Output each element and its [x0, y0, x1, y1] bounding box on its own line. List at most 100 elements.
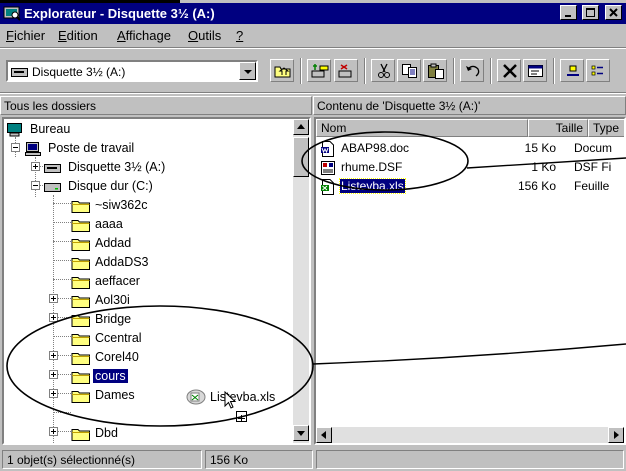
scroll-right-button[interactable] — [608, 427, 624, 443]
cut-button[interactable] — [371, 59, 395, 82]
tree-item-label: Disque dur (C:) — [68, 179, 153, 193]
window-title: Explorateur - Disquette 3½ (A:) — [24, 6, 215, 21]
menu-edition[interactable]: Edition — [58, 28, 98, 43]
delete-icon — [503, 64, 517, 78]
address-dropdown-button[interactable] — [239, 62, 256, 80]
tree-expand-button[interactable] — [49, 427, 58, 436]
toolbar: Disquette 3½ (A:) — [0, 50, 626, 90]
tree-item-label: Addad — [95, 236, 132, 250]
menu-fichier[interactable]: Fichier — [6, 28, 45, 43]
column-header-size[interactable]: Taille — [528, 119, 588, 137]
window-controls — [558, 5, 622, 20]
column-header-name[interactable]: Nom — [316, 119, 528, 137]
menu-outils[interactable]: Outils — [188, 28, 221, 43]
title-bar[interactable]: Explorateur - Disquette 3½ (A:) — [0, 3, 626, 24]
tree-collapse-button[interactable] — [11, 143, 20, 152]
close-button[interactable] — [605, 5, 622, 20]
tree-item-label: Bridge — [95, 312, 132, 326]
file-name: ABAP98.doc — [341, 141, 410, 155]
small-icons-icon — [591, 65, 603, 76]
menu-mnemonic: E — [58, 28, 67, 43]
menu-separator — [0, 47, 626, 49]
undo-button[interactable] — [460, 59, 484, 82]
tree-line — [53, 222, 71, 223]
delete-button[interactable] — [497, 59, 521, 82]
arrow-up-icon — [297, 124, 305, 129]
tree-expand-button[interactable] — [49, 370, 58, 379]
tree-item-label: aeffacer — [95, 274, 140, 288]
desktop-icon — [6, 122, 24, 141]
folder-icon — [71, 236, 91, 255]
maximize-icon — [586, 8, 596, 17]
tree-item-label: Aol30i — [95, 293, 130, 307]
floppy-drive-icon — [11, 66, 29, 81]
file-type: Feuille — [574, 179, 610, 193]
file-size: 156 Ko — [517, 179, 556, 193]
properties-icon — [528, 65, 543, 77]
map-drive-button[interactable] — [307, 59, 331, 82]
tree-expand-button[interactable] — [49, 294, 58, 303]
excel-file-icon — [320, 179, 336, 198]
scroll-up-button[interactable] — [293, 119, 309, 135]
tree-expand-button[interactable] — [49, 313, 58, 322]
file-size: 1 Ko — [531, 160, 556, 174]
minimize-button[interactable] — [559, 5, 577, 20]
disconnect-drive-icon — [338, 64, 352, 78]
scroll-down-button[interactable] — [293, 425, 309, 441]
folder-icon — [71, 350, 91, 369]
scroll-left-button[interactable] — [316, 427, 332, 443]
floppy-drive-icon — [44, 160, 62, 179]
tree-collapse-button[interactable] — [31, 181, 40, 190]
status-size: 156 Ko — [205, 450, 313, 469]
up-folder-icon — [274, 66, 291, 78]
address-combo[interactable]: Disquette 3½ (A:) — [6, 60, 258, 82]
file-row-selected[interactable]: Listevba.xls 156 Ko Feuille — [320, 178, 624, 198]
right-pane-header: Contenu de 'Disquette 3½ (A:)' — [313, 96, 626, 115]
explorer-icon — [3, 5, 21, 24]
status-empty — [316, 450, 624, 469]
properties-button[interactable] — [523, 59, 547, 82]
copy-button[interactable] — [397, 59, 421, 82]
tree-expand-button[interactable] — [49, 389, 58, 398]
file-list[interactable]: Nom Taille Type ABAP98.doc 15 Ko Docum r… — [314, 117, 626, 445]
menu-label: dition — [66, 28, 98, 43]
large-icons-button[interactable] — [560, 59, 584, 82]
drag-ghost: Listevba.xls — [186, 385, 306, 425]
close-icon — [609, 8, 618, 17]
tree-item-label: Dames — [95, 388, 135, 402]
tree-line — [53, 203, 71, 204]
menu-help[interactable]: ? — [236, 28, 243, 43]
tree-line — [53, 336, 71, 337]
undo-icon — [466, 65, 480, 77]
tree-item-label: Dbd — [95, 426, 118, 440]
large-icons-icon — [567, 65, 579, 76]
scroll-thumb[interactable] — [293, 137, 309, 177]
minimize-icon — [564, 15, 571, 17]
drag-copy-plus-icon — [236, 411, 247, 422]
column-header-type[interactable]: Type — [588, 119, 624, 137]
tree-item-label: aaaa — [95, 217, 123, 231]
tree-expand-button[interactable] — [31, 162, 40, 171]
word-doc-icon — [320, 141, 336, 160]
tree-item-label: Bureau — [30, 122, 71, 136]
menu-mnemonic: A — [117, 28, 126, 43]
tree-item-label: ~siw362c — [95, 198, 148, 212]
tree-item-label: Corel40 — [95, 350, 139, 364]
list-horizontal-scrollbar[interactable] — [316, 427, 624, 443]
folder-icon — [71, 274, 91, 293]
small-icons-button[interactable] — [586, 59, 610, 82]
hard-drive-icon — [44, 179, 62, 198]
up-folder-button[interactable] — [270, 59, 294, 82]
maximize-button[interactable] — [582, 5, 600, 20]
folder-icon — [71, 255, 91, 274]
file-row[interactable]: rhume.DSF 1 Ko DSF Fi — [320, 159, 624, 177]
file-name: Listevba.xls — [339, 178, 406, 194]
copy-icon — [402, 64, 417, 78]
tree-expand-button[interactable] — [49, 351, 58, 360]
disconnect-drive-button[interactable] — [334, 59, 358, 82]
file-row[interactable]: ABAP98.doc 15 Ko Docum — [320, 140, 624, 160]
file-type: Docum — [574, 141, 613, 155]
paste-button[interactable] — [423, 59, 447, 82]
computer-icon — [24, 141, 42, 160]
menu-affichage[interactable]: Affichage — [117, 28, 171, 43]
